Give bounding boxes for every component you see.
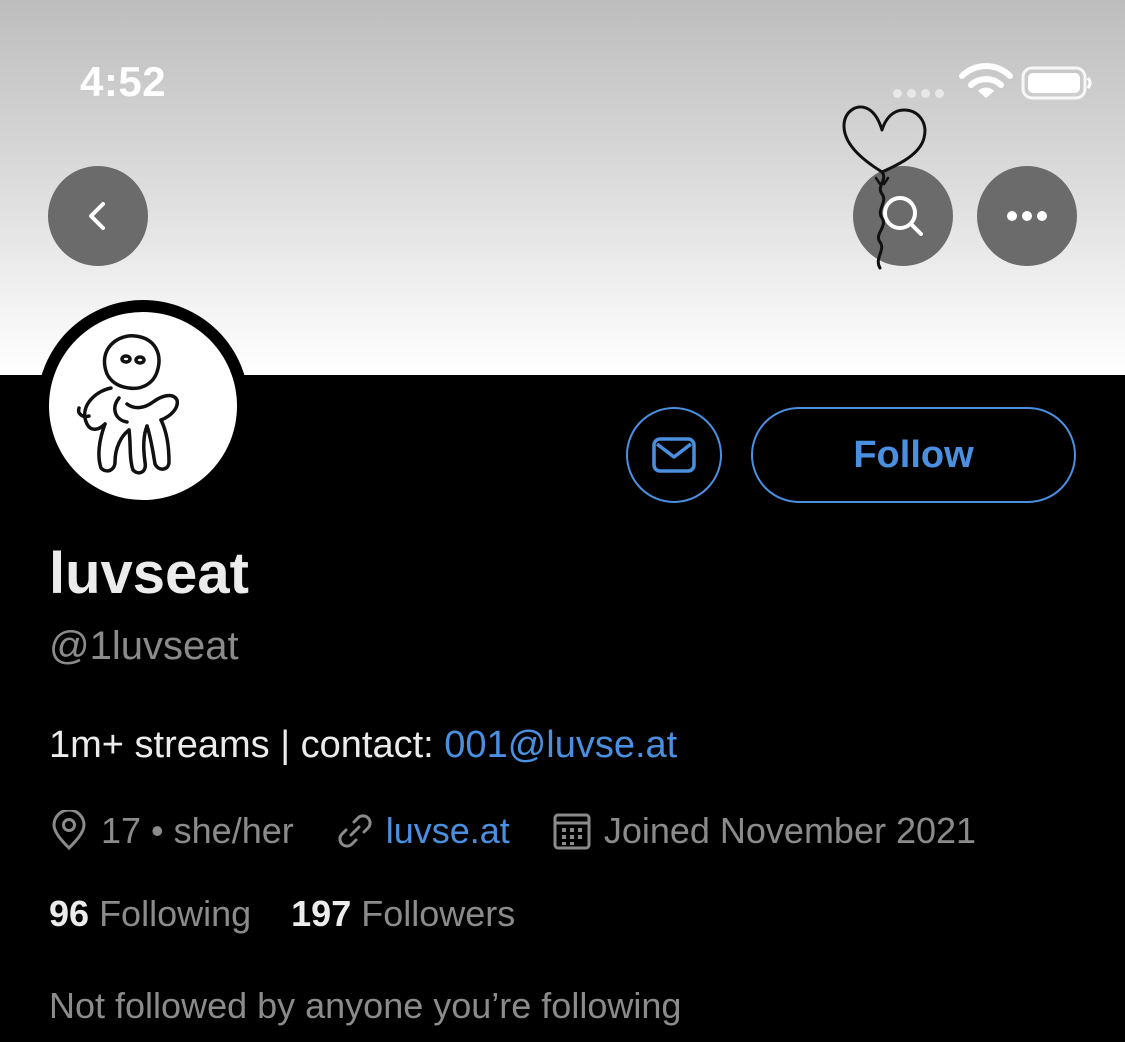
more-horizontal-icon bbox=[1007, 211, 1047, 221]
handle: @1luvseat bbox=[49, 624, 239, 668]
location-text: 17 • she/her bbox=[101, 810, 294, 851]
chevron-left-icon bbox=[89, 202, 105, 230]
back-button[interactable] bbox=[48, 166, 148, 266]
link-icon bbox=[338, 814, 372, 848]
sitting-figure-doodle bbox=[76, 334, 180, 475]
followers-stat[interactable]: 197 Followers bbox=[291, 893, 515, 934]
message-button[interactable] bbox=[626, 407, 722, 503]
battery-icon bbox=[1021, 66, 1092, 100]
following-stat[interactable]: 96 Following bbox=[49, 893, 251, 934]
profile-meta: 17 • she/her luvse.at Joined November 20… bbox=[49, 808, 976, 854]
following-count: 96 bbox=[49, 893, 90, 934]
followed-by-note: Not followed by anyone you’re following bbox=[49, 985, 682, 1026]
mail-icon bbox=[652, 437, 696, 473]
more-options-button[interactable] bbox=[977, 166, 1077, 266]
bio: 1m+ streams | contact: 001@luvse.at bbox=[49, 724, 677, 767]
website-link[interactable]: luvse.at bbox=[386, 810, 510, 852]
followers-count: 197 bbox=[291, 893, 352, 934]
following-label: Following bbox=[99, 893, 252, 934]
location-pin-icon bbox=[52, 810, 86, 851]
followers-label: Followers bbox=[361, 893, 516, 934]
calendar-icon bbox=[553, 813, 591, 850]
heart-balloon-doodle bbox=[842, 105, 927, 270]
joined-date: Joined November 2021 bbox=[603, 810, 977, 851]
wifi-icon bbox=[959, 63, 1013, 98]
display-name: luvseat bbox=[49, 541, 249, 606]
follow-counts: 96 Following 197 Followers bbox=[49, 893, 515, 935]
avatar[interactable] bbox=[49, 312, 237, 500]
cellular-signal-icon bbox=[893, 89, 944, 98]
bio-text: 1m+ streams | contact: bbox=[49, 724, 445, 766]
status-time: 4:52 bbox=[80, 58, 167, 105]
follow-button[interactable]: Follow bbox=[751, 407, 1076, 503]
bio-email-link[interactable]: 001@luvse.at bbox=[444, 724, 677, 766]
